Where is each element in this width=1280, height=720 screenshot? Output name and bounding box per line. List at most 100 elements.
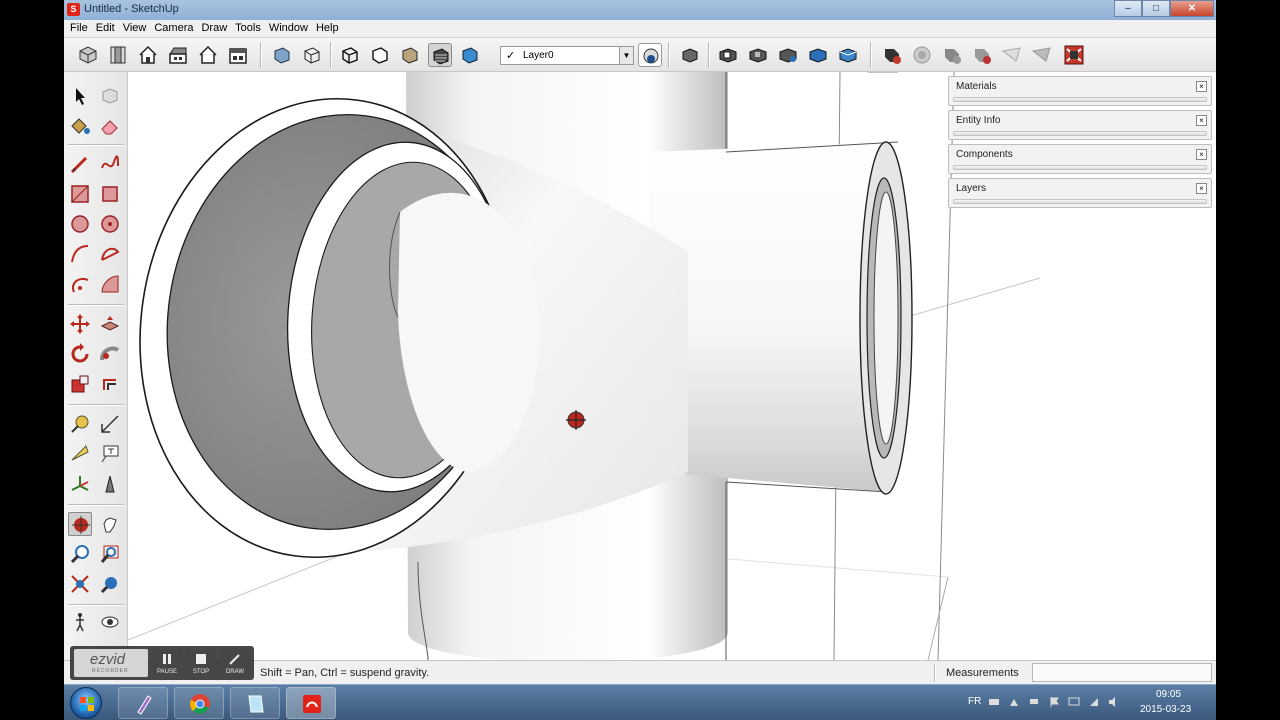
taskbar-app-chrome[interactable] (174, 687, 224, 719)
signal-icon[interactable] (1088, 696, 1100, 708)
layer-manager-button[interactable] (638, 43, 662, 67)
get-models-button[interactable] (880, 43, 904, 67)
polygon-tool-button[interactable] (98, 212, 122, 236)
shaded-style-button[interactable] (398, 43, 422, 67)
back-edges-button[interactable] (300, 43, 324, 67)
dimension-tool-button[interactable] (98, 412, 122, 436)
left-view-button[interactable] (226, 43, 250, 67)
zoom-window-button[interactable] (98, 542, 122, 566)
paint-follow-button[interactable] (776, 43, 800, 67)
xray-style-button[interactable] (270, 43, 294, 67)
pan-tool-button[interactable] (98, 512, 122, 536)
clock-date[interactable]: 2015-03-23 (1140, 704, 1191, 715)
volume-icon[interactable] (1108, 696, 1120, 708)
menu-draw[interactable]: Draw (199, 20, 233, 37)
maximize-button[interactable]: □ (1142, 0, 1170, 17)
menu-file[interactable]: File (68, 20, 94, 37)
menu-view[interactable]: View (121, 20, 153, 37)
sky-button[interactable] (836, 43, 860, 67)
section-cut-button[interactable] (746, 43, 770, 67)
close-icon[interactable]: × (1196, 149, 1207, 160)
eraser-tool-button[interactable] (98, 114, 122, 138)
hidden-line-style-button[interactable] (368, 43, 392, 67)
zoom-tool-button[interactable] (68, 542, 92, 566)
right-view-button[interactable] (166, 43, 190, 67)
shadows-button[interactable] (678, 43, 702, 67)
language-indicator[interactable]: FR (968, 696, 981, 707)
layers-panel[interactable]: Layers × (948, 178, 1212, 208)
front-view-button[interactable] (136, 43, 160, 67)
shaded-textures-style-button[interactable] (428, 43, 452, 67)
axes-tool-button[interactable] (68, 472, 92, 496)
recorder-stop-button[interactable]: STOP (186, 649, 216, 677)
two-point-arc-button[interactable] (98, 242, 122, 266)
line-tool-button[interactable] (68, 152, 92, 176)
pie-tool-button[interactable] (98, 272, 122, 296)
arc-tool-button[interactable] (68, 242, 92, 266)
three-point-arc-button[interactable] (68, 272, 92, 296)
extension-warehouse-button[interactable] (970, 43, 994, 67)
back-view-button[interactable] (196, 43, 220, 67)
chevron-down-icon[interactable]: ▼ (619, 47, 633, 64)
menu-edit[interactable]: Edit (94, 20, 121, 37)
network-icon[interactable] (1008, 696, 1020, 708)
menu-camera[interactable]: Camera (152, 20, 199, 37)
panel-collapse-bar[interactable] (953, 97, 1207, 102)
text-tool-button[interactable] (98, 442, 122, 466)
measurements-input[interactable] (1032, 663, 1212, 682)
toggle-terrain-button[interactable] (1062, 43, 1086, 67)
entity-info-panel[interactable]: Entity Info × (948, 110, 1212, 140)
look-around-button[interactable] (98, 610, 122, 634)
move-tool-button[interactable] (68, 312, 92, 336)
paint-bucket-button[interactable] (68, 114, 92, 138)
rotate-tool-button[interactable] (68, 342, 92, 366)
protractor-button[interactable] (68, 442, 92, 466)
start-button[interactable] (70, 687, 102, 719)
orbit-tool-button[interactable] (68, 512, 92, 536)
menu-help[interactable]: Help (314, 20, 345, 37)
panel-collapse-bar[interactable] (953, 131, 1207, 136)
recorder-draw-button[interactable]: DRAW (220, 649, 250, 677)
rectangle-tool-button[interactable] (68, 182, 92, 206)
push-pull-tool-button[interactable] (98, 312, 122, 336)
make-component-button[interactable] (98, 84, 122, 108)
tape-measure-button[interactable] (68, 412, 92, 436)
close-icon[interactable]: × (1196, 115, 1207, 126)
close-button[interactable]: ✕ (1170, 0, 1214, 17)
panel-collapse-bar[interactable] (953, 199, 1207, 204)
share-model-button[interactable] (910, 43, 934, 67)
circle-tool-button[interactable] (68, 212, 92, 236)
previous-view-button[interactable] (98, 572, 122, 596)
taskbar-app-sketchup[interactable] (286, 687, 336, 719)
taskbar-app-notes[interactable] (230, 687, 280, 719)
wireframe-style-button[interactable] (338, 43, 362, 67)
flag-icon[interactable] (1048, 696, 1060, 708)
recorder-pause-button[interactable]: PAUSE (152, 649, 182, 677)
panel-collapse-bar[interactable] (953, 165, 1207, 170)
minimize-button[interactable]: – (1114, 0, 1142, 17)
monitor-icon[interactable] (1068, 696, 1080, 708)
ground-button[interactable] (806, 43, 830, 67)
close-icon[interactable]: × (1196, 81, 1207, 92)
close-icon[interactable]: × (1196, 183, 1207, 194)
display-icon[interactable] (1028, 696, 1040, 708)
materials-panel[interactable]: Materials × (948, 76, 1212, 106)
zoom-extents-button[interactable] (68, 572, 92, 596)
clock-time[interactable]: 09:05 (1156, 689, 1181, 700)
menu-window[interactable]: Window (267, 20, 314, 37)
components-panel[interactable]: Components × (948, 144, 1212, 174)
section-plane-button[interactable] (716, 43, 740, 67)
taskbar-app-pen[interactable] (118, 687, 168, 719)
follow-me-tool-button[interactable] (98, 342, 122, 366)
monochrome-style-button[interactable] (458, 43, 482, 67)
layer-dropdown[interactable]: ✓ Layer0 ▼ (500, 46, 634, 65)
iso-view-button[interactable] (76, 43, 100, 67)
3d-text-button[interactable] (98, 472, 122, 496)
rotated-rectangle-button[interactable] (98, 182, 122, 206)
scale-tool-button[interactable] (68, 372, 92, 396)
freehand-tool-button[interactable] (98, 152, 122, 176)
offset-tool-button[interactable] (98, 372, 122, 396)
keyboard-icon[interactable] (988, 696, 1000, 708)
position-camera-button[interactable] (68, 610, 92, 634)
top-view-button[interactable] (106, 43, 130, 67)
